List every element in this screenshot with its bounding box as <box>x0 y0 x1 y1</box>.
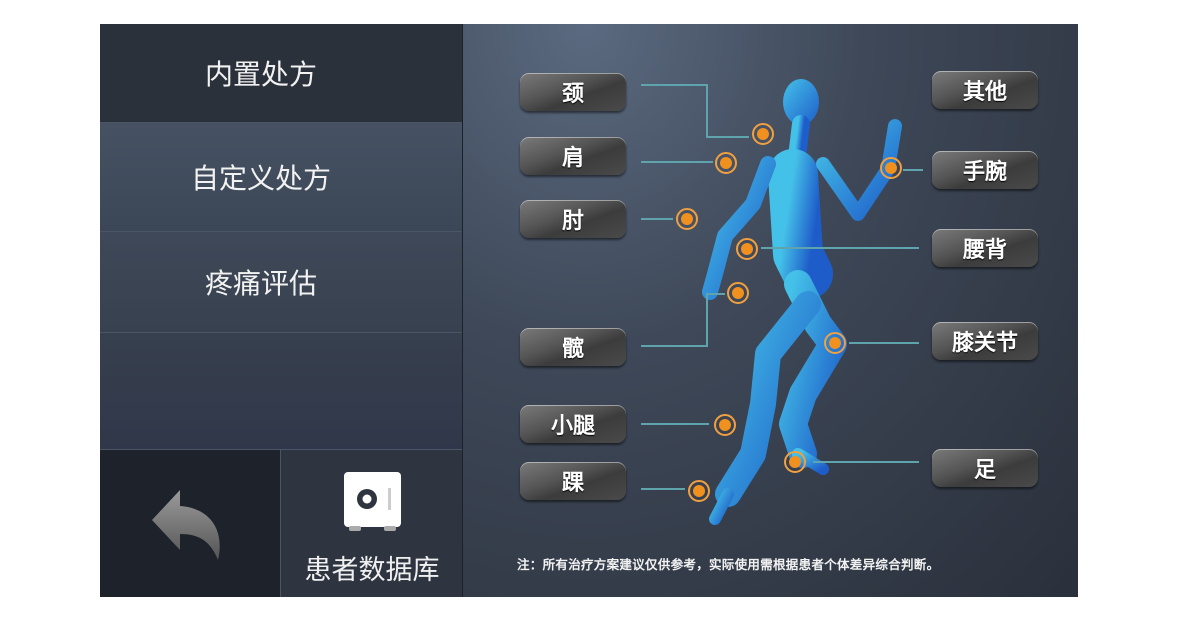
patient-database-button[interactable]: 患者数据库 <box>280 449 463 597</box>
menu-custom-prescription[interactable]: 自定义处方 <box>100 123 462 232</box>
button-label: 踝 <box>561 471 584 496</box>
sidebar: 内置处方 自定义处方 疼痛评估 患者数据库 <box>100 24 463 597</box>
body-part-calf-button[interactable]: 小腿 <box>520 405 626 443</box>
button-label: 肩 <box>561 146 584 171</box>
joint-dot-elbow <box>676 208 698 230</box>
button-label: 膝关节 <box>951 331 1018 356</box>
body-part-knee-button[interactable]: 膝关节 <box>932 322 1038 360</box>
body-part-neck-button[interactable]: 颈 <box>520 73 626 111</box>
button-label: 腰背 <box>962 238 1007 263</box>
body-part-lower-back-button[interactable]: 腰背 <box>932 229 1038 267</box>
body-part-wrist-button[interactable]: 手腕 <box>932 151 1038 189</box>
joint-dot-shoulder <box>715 152 737 174</box>
back-arrow-icon <box>152 490 220 560</box>
app-window: 内置处方 自定义处方 疼痛评估 患者数据库 颈 肩 肘 髋 小腿 踝 其他 手腕… <box>100 24 1078 597</box>
menu-pain-assessment[interactable]: 疼痛评估 <box>100 232 462 333</box>
body-map-panel: 颈 肩 肘 髋 小腿 踝 其他 手腕 腰背 膝关节 足 注：所有治疗方案建议仅供… <box>462 24 1078 597</box>
body-part-other-button[interactable]: 其他 <box>932 71 1038 109</box>
body-part-hip-button[interactable]: 髋 <box>520 328 626 366</box>
joint-dot-calf <box>714 414 736 436</box>
menu-label: 疼痛评估 <box>204 267 317 300</box>
button-label: 其他 <box>962 80 1007 105</box>
button-label: 手腕 <box>962 160 1007 185</box>
button-label: 小腿 <box>550 414 595 439</box>
button-label: 髋 <box>561 337 584 362</box>
body-part-foot-button[interactable]: 足 <box>932 449 1038 487</box>
disclaimer-note: 注：所有治疗方案建议仅供参考，实际使用需根据患者个体差异综合判断。 <box>517 557 940 572</box>
button-label: 肘 <box>561 209 584 234</box>
joint-dot-hip <box>727 282 749 304</box>
menu-builtin-prescription[interactable]: 内置处方 <box>100 24 462 123</box>
body-part-shoulder-button[interactable]: 肩 <box>520 137 626 175</box>
safe-icon <box>344 472 401 531</box>
sidebar-empty-area <box>100 333 462 449</box>
body-part-elbow-button[interactable]: 肘 <box>520 200 626 238</box>
joint-dot-ankle <box>688 480 710 502</box>
database-label: 患者数据库 <box>304 555 440 586</box>
back-button[interactable] <box>100 449 280 597</box>
menu-label: 自定义处方 <box>190 162 331 195</box>
button-label: 足 <box>973 458 996 483</box>
body-part-ankle-button[interactable]: 踝 <box>520 462 626 500</box>
menu-label: 内置处方 <box>204 58 317 91</box>
button-label: 颈 <box>561 82 584 107</box>
joint-dot-waist <box>736 238 758 260</box>
joint-dot-neck <box>752 123 774 145</box>
